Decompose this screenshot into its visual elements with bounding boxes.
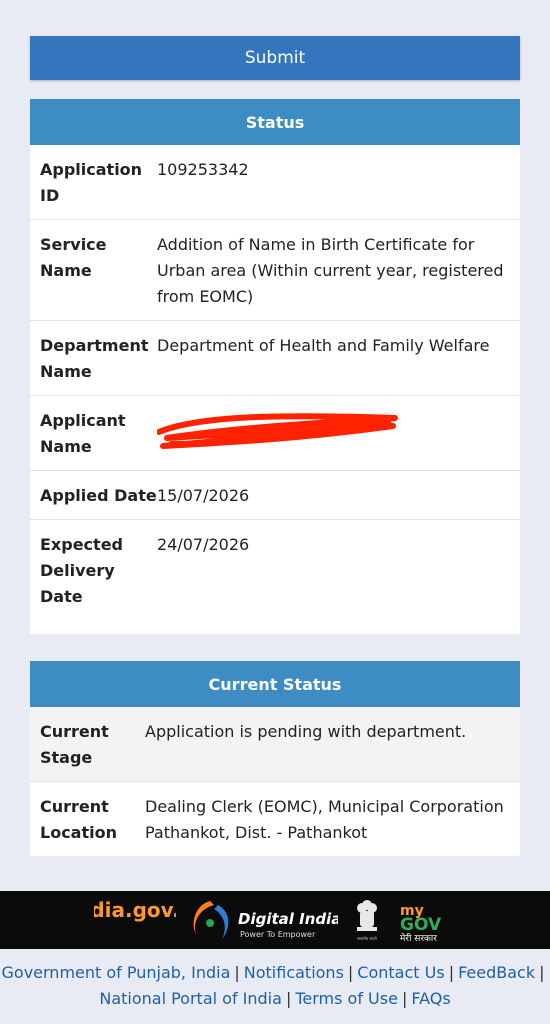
link-contact-us[interactable]: Contact Us <box>357 963 444 982</box>
link-terms-of-use[interactable]: Terms of Use <box>295 989 398 1008</box>
current-status-panel: Current Status Current Stage Application… <box>30 661 520 856</box>
link-feedback[interactable]: FeedBack <box>458 963 535 982</box>
link-faqs[interactable]: FAQs <box>411 989 450 1008</box>
row-label: Expected Delivery Date <box>40 535 123 606</box>
row-label: Applied Date <box>40 486 157 505</box>
india-gov-logo-text: india.gov.in <box>94 898 176 922</box>
digital-india-title: Digital India <box>238 910 338 928</box>
applicant-name-value <box>157 396 520 470</box>
current-stage-value: Application is pending with department. <box>145 722 467 741</box>
expected-delivery-date-value: 24/07/2026 <box>157 535 250 554</box>
mygov-tagline: मेरी सरकार <box>400 932 437 943</box>
current-status-heading: Current Status <box>30 661 520 707</box>
row-label: Service Name <box>40 235 107 280</box>
status-panel: Status Application ID 109253342 Service … <box>30 99 520 634</box>
table-row: Service Name Addition of Name in Birth C… <box>30 220 520 321</box>
mygov-logo[interactable]: my GOV मेरी सरकार <box>398 897 462 943</box>
row-label: Application ID <box>40 160 143 205</box>
table-row: Current Stage Application is pending wit… <box>30 707 520 782</box>
link-government-of-punjab[interactable]: Government of Punjab, India <box>2 963 231 982</box>
row-label: Applicant Name <box>40 411 126 456</box>
emblem-motto: सत्यमेव जयते <box>357 936 377 941</box>
table-row: Department Name Department of Health and… <box>30 321 520 396</box>
table-row: Current Location Dealing Clerk (EOMC), M… <box>30 782 520 856</box>
current-location-value: Dealing Clerk (EOMC), Municipal Corporat… <box>145 797 504 842</box>
submit-button[interactable]: Submit <box>30 36 520 80</box>
footer-logo-band: india.gov.in Digital India Power To Empo… <box>0 891 550 949</box>
digital-india-logo[interactable]: Digital India Power To Empower <box>188 897 338 943</box>
link-notifications[interactable]: Notifications <box>244 963 344 982</box>
row-label: Current Location <box>40 797 117 842</box>
table-row: Applied Date 15/07/2026 <box>30 471 520 520</box>
mygov-gov: GOV <box>400 915 442 935</box>
digital-india-tagline: Power To Empower <box>240 930 316 939</box>
row-label: Current Stage <box>40 722 109 767</box>
redaction-scribble <box>157 413 398 449</box>
department-name-value: Department of Health and Family Welfare <box>157 336 490 355</box>
india-gov-logo[interactable]: india.gov.in <box>94 897 176 943</box>
footer-links: Government of Punjab, India | Notification… <box>1 963 545 1008</box>
link-national-portal[interactable]: National Portal of India <box>99 989 282 1008</box>
applied-date-value: 15/07/2026 <box>157 486 250 505</box>
table-row: Application ID 109253342 <box>30 145 520 220</box>
table-row: Expected Delivery Date 24/07/2026 <box>30 520 520 634</box>
ashoka-emblem-logo: सत्यमेव जयते <box>350 897 384 943</box>
table-row: Applicant Name <box>30 396 520 471</box>
service-name-value: Addition of Name in Birth Certificate fo… <box>157 235 504 306</box>
row-label: Department Name <box>40 336 149 381</box>
status-heading: Status <box>30 99 520 145</box>
application-id-value: 109253342 <box>157 160 249 179</box>
